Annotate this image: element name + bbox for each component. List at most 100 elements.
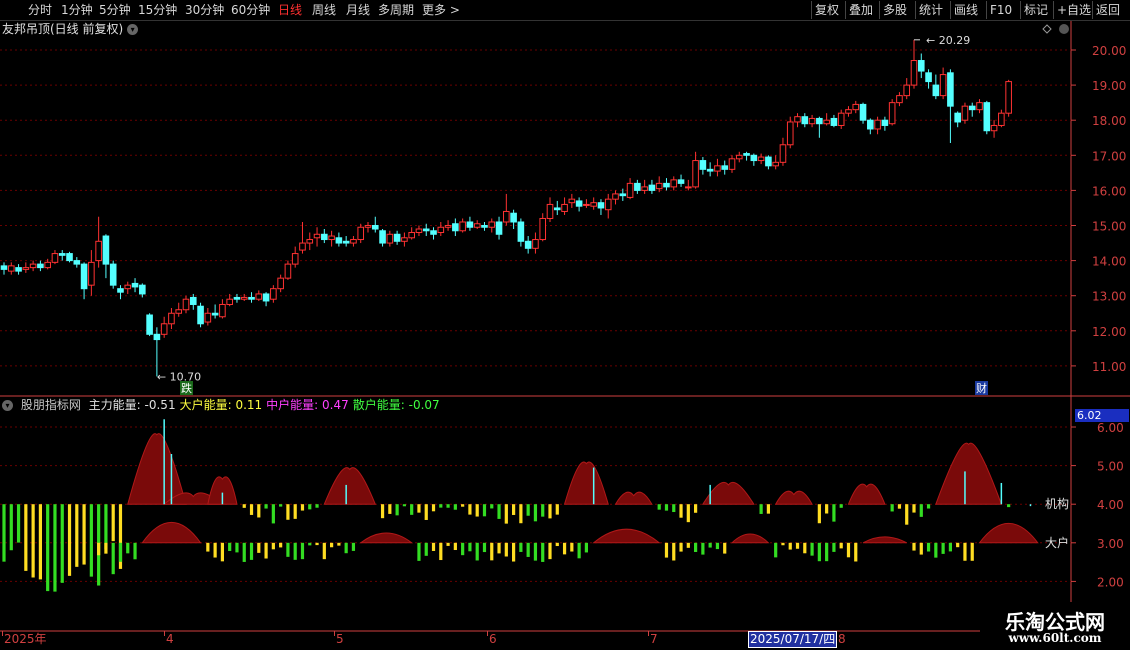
institution-bar [541, 504, 545, 517]
chevron-down-icon[interactable]: ▾ [2, 400, 13, 411]
institution-bar [257, 504, 261, 518]
bigholder-label: 大户 [1045, 535, 1069, 550]
bigholder-bar [803, 542, 807, 554]
bigholder-bar [482, 542, 487, 553]
institution-bar [315, 504, 319, 508]
bigholder-bar [679, 542, 683, 552]
bigholder-bar [825, 542, 829, 562]
bigholder-bar [228, 542, 232, 551]
institution-bar [242, 504, 246, 508]
institution-bar [60, 504, 64, 583]
bigholder-bar [126, 542, 130, 554]
institution-bar [519, 504, 523, 524]
date-tick [164, 631, 165, 636]
institution-hump [774, 490, 813, 505]
institution-bar [104, 504, 108, 550]
institution-bar [417, 504, 421, 513]
bigholder-bar [118, 542, 123, 562]
institution-bar [53, 504, 57, 592]
bigholder-bar [104, 542, 108, 554]
institution-bar [766, 504, 770, 514]
institution-hump [614, 491, 653, 505]
institution-bar [16, 504, 21, 543]
bigholder-bar [795, 542, 800, 549]
bigholder-bar [846, 542, 851, 558]
institution-hump [935, 442, 1003, 505]
bigholder-hump [141, 521, 202, 544]
institution-bar [424, 504, 428, 520]
institution-bar [461, 504, 465, 507]
institution-hump [847, 483, 886, 505]
institution-bar [555, 504, 559, 515]
institution-bar [497, 504, 501, 519]
bigholder-bar [672, 542, 676, 561]
date-label: 8 [838, 632, 846, 646]
institution-bar [46, 504, 50, 592]
institution-bar [548, 504, 552, 519]
bigholder-bar [970, 542, 974, 561]
institution-bar [694, 504, 698, 513]
bigholder-bar [242, 542, 246, 562]
bigholder-bar [490, 542, 494, 561]
institution-bar [286, 504, 290, 520]
indicator-name: 股朋指标网 [20, 398, 81, 412]
institution-bar [817, 504, 821, 524]
bigholder-bar [664, 542, 669, 558]
watermark-url: www.60lt.com [1008, 631, 1102, 645]
institution-bar [672, 504, 676, 513]
bigholder-bar [133, 542, 137, 560]
indicator-current-value: 6.02 [1075, 409, 1129, 422]
institution-bar [482, 504, 487, 517]
bigholder-bar [322, 542, 326, 560]
institution-bar [388, 504, 392, 514]
bigholder-bar [555, 542, 559, 547]
bigholder-bar [810, 542, 814, 556]
bigholder-bar [715, 542, 720, 550]
institution-bar [1007, 504, 1011, 508]
bigholder-bar [533, 542, 538, 561]
bigholder-bar [213, 542, 217, 558]
institution-bar [38, 504, 42, 580]
institution-bar [9, 504, 13, 551]
date-cursor-label: 2025/07/17/四 [748, 631, 838, 648]
institution-bar [890, 504, 894, 512]
bigholder-bar [948, 542, 952, 552]
bigholder-bar [300, 542, 305, 560]
bigholder-bar [963, 542, 967, 561]
institution-bar [89, 504, 93, 577]
institution-bar [75, 504, 79, 567]
institution-bar [919, 504, 923, 517]
bigholder-bar [723, 542, 727, 554]
bigholder-bar [912, 542, 916, 551]
bigholder-bar [584, 542, 588, 553]
date-tick [2, 631, 3, 636]
bigholder-bar [468, 542, 472, 552]
institution-bar [410, 504, 414, 515]
institution-bar [82, 504, 86, 565]
institution-bar [905, 504, 909, 525]
bigholder-bar [541, 542, 545, 562]
bigholder-bar [570, 542, 574, 552]
institution-bar [679, 504, 683, 518]
date-tick [648, 631, 649, 636]
institution-bar [380, 504, 385, 519]
indicator-field-3: 散户能量: -0.07 [352, 398, 440, 412]
institution-bar [279, 504, 283, 507]
bigholder-bar [817, 542, 821, 562]
institution-bar [446, 504, 450, 508]
institution-bar [839, 504, 843, 508]
bigholder-bar [519, 542, 523, 552]
bigholder-bar [97, 542, 101, 556]
bigholder-bar [956, 542, 960, 548]
bigholder-bar [206, 542, 210, 552]
date-label: 7 [650, 632, 658, 646]
bigholder-bar [686, 542, 690, 548]
bigholder-bar [832, 542, 836, 552]
institution-bar [31, 504, 35, 578]
institution-bar [293, 504, 297, 519]
bigholder-bar [431, 542, 436, 551]
institution-hump [127, 433, 187, 505]
date-label: 6 [489, 632, 497, 646]
institution-bar [264, 504, 268, 509]
indicator-chart[interactable]: 机构大户 [0, 0, 1130, 650]
